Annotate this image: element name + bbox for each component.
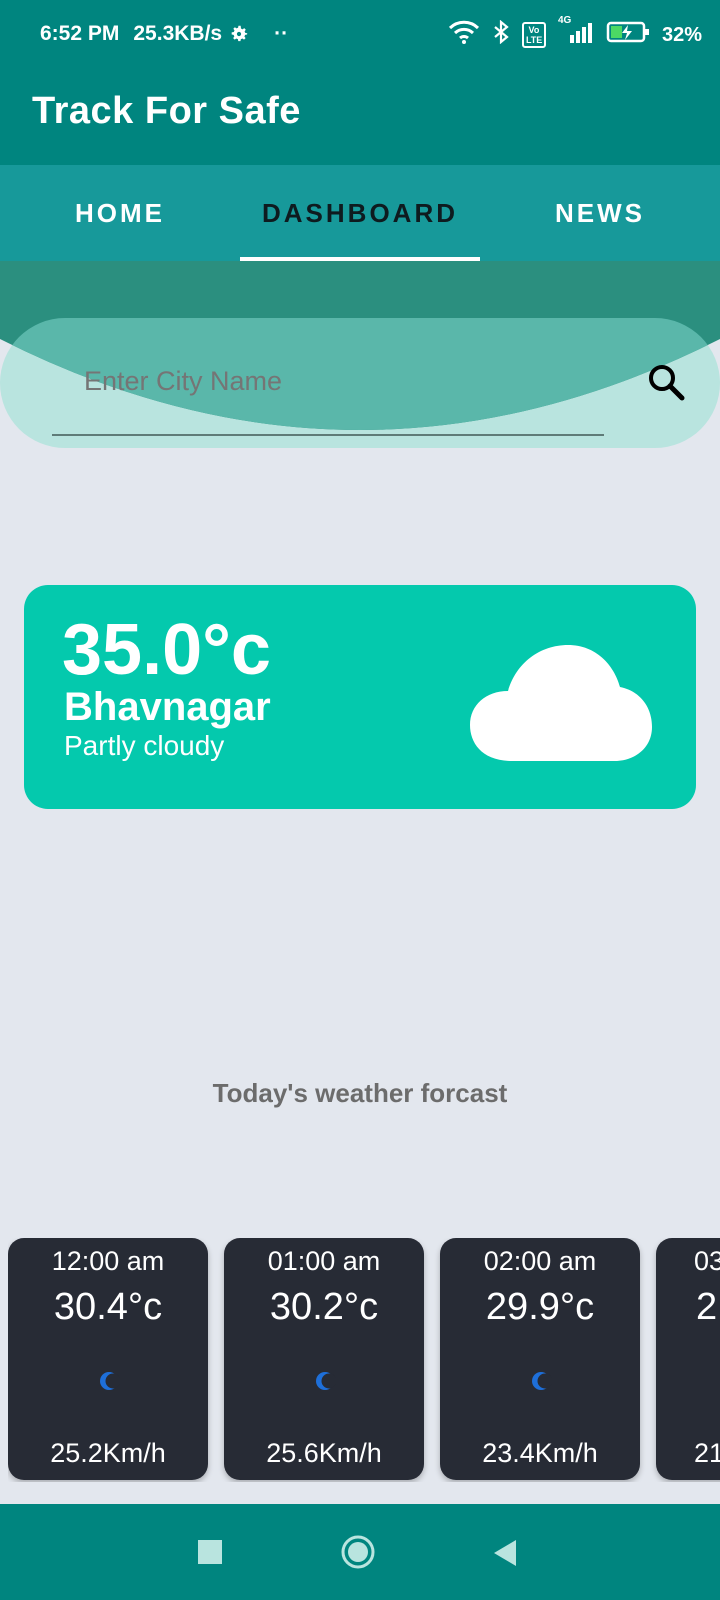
battery-percent: 32%: [661, 23, 702, 46]
status-bar: 6:52 PM 25.3KB/s ·· Vo LTE 4G 32%: [0, 0, 720, 68]
settings-gear-icon: [228, 23, 250, 45]
search-icon: [649, 365, 685, 401]
wifi-icon: [448, 20, 480, 50]
tab-news-label: NEWS: [555, 197, 645, 228]
network-type: 4G: [557, 15, 572, 26]
hour-temperature: 30.4°c: [53, 1286, 163, 1328]
tab-dashboard[interactable]: DASHBOARD: [240, 165, 480, 261]
current-temperature: 35.0°c: [62, 610, 271, 690]
hour-temperature: 30.2°c: [269, 1286, 379, 1328]
forecast-title: Today's weather forcast: [212, 1078, 508, 1108]
hour-card[interactable]: 02:00 am 29.9°c 23.4Km/h: [440, 1238, 640, 1480]
battery-icon: [606, 20, 650, 50]
volte-icon: Vo LTE: [521, 22, 546, 48]
hour-wind-speed: 23.4Km/h: [482, 1438, 598, 1468]
hour-temperature: 29.9°c: [485, 1286, 595, 1328]
signal-icon: 4G: [558, 15, 594, 49]
hour-time: 02:00 am: [483, 1246, 597, 1276]
system-nav-bar: [0, 1504, 720, 1600]
weather-condition: Partly cloudy: [64, 730, 225, 761]
circle-icon: [341, 1535, 375, 1569]
current-weather-card: 35.0°c Bhavnagar Partly cloudy: [24, 585, 696, 809]
tab-home-label: HOME: [75, 197, 165, 228]
square-icon: [198, 1540, 222, 1564]
tab-dashboard-label: DASHBOARD: [262, 197, 458, 228]
hour-time: 01:00 am: [267, 1246, 381, 1276]
cloud-icon: [470, 645, 652, 761]
hour-wind-speed: 25.2Km/h: [50, 1438, 166, 1468]
back-button[interactable]: [494, 1540, 518, 1566]
status-dots: ··: [274, 22, 289, 45]
recent-apps-button[interactable]: [198, 1540, 222, 1564]
search-input[interactable]: [84, 351, 604, 411]
city-name: Bhavnagar: [64, 685, 271, 729]
home-button[interactable]: [340, 1534, 376, 1570]
bluetooth-icon: [492, 19, 510, 50]
status-net-speed: 25.3KB/s: [133, 22, 223, 45]
moon-icon: [316, 1372, 336, 1390]
search-button[interactable]: [642, 358, 690, 406]
triangle-back-icon: [494, 1540, 516, 1566]
tab-home[interactable]: HOME: [0, 165, 240, 261]
hour-wind-speed: 21: [694, 1438, 720, 1468]
status-right: Vo LTE 4G 32%: [448, 15, 702, 50]
tab-bar: HOME DASHBOARD NEWS: [0, 165, 720, 261]
hour-card[interactable]: 03 2 21: [656, 1238, 720, 1480]
status-left: 6:52 PM 25.3KB/s ··: [40, 22, 288, 46]
hour-wind-speed: 25.6Km/h: [266, 1438, 382, 1468]
moon-icon: [532, 1372, 552, 1390]
hour-time: 12:00 am: [51, 1246, 165, 1276]
hourly-forecast-list[interactable]: 12:00 am 30.4°c 25.2Km/h 01:00 am 30.2°c…: [8, 1238, 720, 1482]
status-time: 6:52 PM: [40, 22, 120, 45]
moon-icon: [100, 1372, 120, 1390]
hour-temperature: 2: [696, 1286, 718, 1328]
hour-card[interactable]: 01:00 am 30.2°c 25.6Km/h: [224, 1238, 424, 1480]
app-bar: Track For Safe: [0, 68, 720, 165]
tab-news[interactable]: NEWS: [480, 165, 720, 261]
hour-time: 03: [694, 1246, 720, 1276]
hour-card[interactable]: 12:00 am 30.4°c 25.2Km/h: [8, 1238, 208, 1480]
search-underline: [52, 434, 604, 436]
app-title: Track For Safe: [32, 90, 301, 132]
